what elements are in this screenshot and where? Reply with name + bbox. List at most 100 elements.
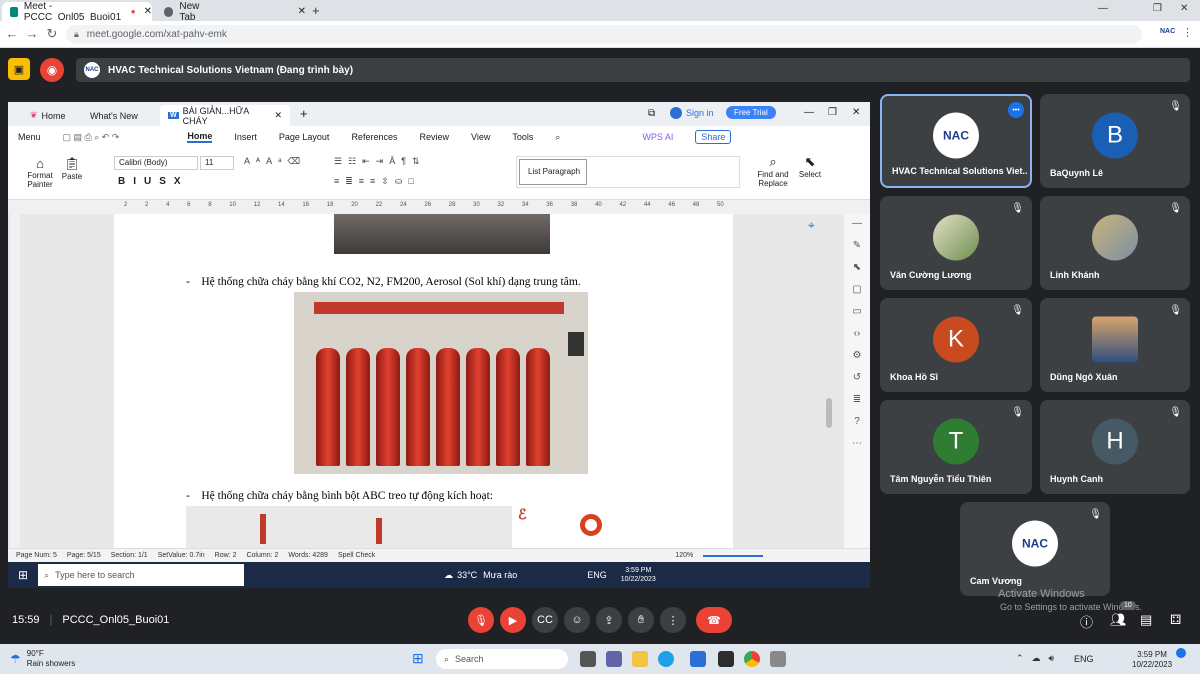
format-icons[interactable]: BIUSX xyxy=(118,176,189,187)
browser-tab-newtab[interactable]: New Tab ✕ xyxy=(156,1,306,23)
system-tray-icons[interactable]: ⌃☁🔊︎ xyxy=(1016,653,1062,664)
style-list-paragraph[interactable]: List Paragraph xyxy=(519,159,587,185)
wps-tab-home[interactable]: ❦ Home xyxy=(22,105,74,126)
tab-view[interactable]: View xyxy=(471,132,490,142)
pen-icon[interactable]: ✎ xyxy=(853,240,861,251)
participant-tile[interactable]: K 🎙︎ Khoa Hồ Sĩ xyxy=(880,298,1032,392)
maximize-icon[interactable]: ❐ xyxy=(1153,3,1162,14)
chat-icon[interactable]: ▤ xyxy=(1140,612,1152,628)
settings-icon[interactable]: ⚙ xyxy=(853,350,862,361)
spell-check-button[interactable]: Spell Check xyxy=(338,552,375,559)
emoji-button[interactable]: ☺ xyxy=(564,607,590,633)
store-icon[interactable] xyxy=(690,651,706,667)
select-button[interactable]: ⬉ Select xyxy=(796,154,824,179)
zoom-slider[interactable] xyxy=(703,554,764,557)
free-trial-button[interactable]: Free Trial xyxy=(726,106,776,119)
reload-icon[interactable]: ↻ xyxy=(44,26,60,42)
file-explorer-icon[interactable] xyxy=(632,651,648,667)
taskbar-search-box[interactable]: ⌕ Type here to search xyxy=(38,564,245,586)
participant-tile[interactable]: H 🎙︎ Huynh Canh xyxy=(1040,400,1190,494)
stop-presenting-icon[interactable]: ▣ xyxy=(8,58,30,80)
captions-button[interactable]: CC xyxy=(532,607,558,633)
font-family-select[interactable]: Calibri (Body) xyxy=(114,156,198,170)
wps-close-icon[interactable]: ✕ xyxy=(852,107,860,118)
sign-in-button[interactable]: Sign in xyxy=(670,107,714,119)
extension-nac-icon[interactable]: NAC xyxy=(1160,28,1175,35)
close-tab-icon[interactable]: ✕ xyxy=(144,6,152,17)
windows-search-box[interactable]: ⌕ Search xyxy=(436,649,568,669)
new-tab-icon[interactable]: + xyxy=(312,3,320,18)
more-menu-icon[interactable]: ⋮ xyxy=(1182,26,1193,39)
font-tools-icons[interactable]: AᴬAᵃ⌫ xyxy=(244,156,306,167)
leave-call-button[interactable]: ☎ xyxy=(696,607,732,633)
format-painter-button[interactable]: ⌂ Format Painter xyxy=(22,156,58,189)
tab-page-layout[interactable]: Page Layout xyxy=(279,132,330,142)
help-icon[interactable]: ? xyxy=(854,416,860,427)
camera-toggle-button[interactable]: ▶ xyxy=(500,607,526,633)
layers-icon[interactable]: ≣ xyxy=(853,394,861,405)
search-icon[interactable]: ⌕ xyxy=(555,132,560,143)
tab-home[interactable]: Home xyxy=(187,131,213,143)
info-icon[interactable]: ⓘ xyxy=(1080,612,1093,631)
font-size-select[interactable]: 11 xyxy=(200,156,234,170)
present-button[interactable]: ⇪ xyxy=(596,607,622,633)
tab-references[interactable]: References xyxy=(351,132,397,142)
collapse-icon[interactable]: — xyxy=(852,218,862,229)
teams-icon[interactable] xyxy=(606,651,622,667)
chrome-icon[interactable] xyxy=(744,651,760,667)
participant-tile[interactable]: T 🎙︎ Tâm Nguyễn Tiểu Thiên xyxy=(880,400,1032,494)
weather-widget[interactable]: ☂ 90°F Rain showers xyxy=(10,649,75,669)
wps-minimize-icon[interactable]: — xyxy=(804,107,814,118)
quick-access-icons[interactable]: ▢ ▤ ⎙ ⌕ ↶ ↷ xyxy=(63,132,120,143)
minimize-icon[interactable]: — xyxy=(1098,3,1108,14)
tab-insert[interactable]: Insert xyxy=(234,132,257,142)
wps-ai-button[interactable]: WPS AI xyxy=(642,132,673,142)
history-icon[interactable]: ↺ xyxy=(853,372,861,383)
close-window-icon[interactable]: ✕ xyxy=(1180,3,1188,14)
snipping-tool-icon[interactable] xyxy=(770,651,786,667)
more-options-button[interactable]: ⋮ xyxy=(660,607,686,633)
new-doc-icon[interactable]: + xyxy=(300,106,308,121)
notification-badge[interactable] xyxy=(1176,648,1186,658)
edge-icon[interactable] xyxy=(658,651,674,667)
raise-hand-button[interactable]: ✋︎ xyxy=(628,607,654,633)
participant-tile[interactable]: 🎙︎ Linh Khánh xyxy=(1040,196,1190,290)
close-tab-icon[interactable]: ✕ xyxy=(298,6,306,17)
more-icon[interactable]: ⋯ xyxy=(852,438,862,449)
zalo-icon[interactable] xyxy=(718,651,734,667)
back-icon[interactable]: ← xyxy=(4,26,20,41)
participant-tile[interactable]: NAC 🎙︎ Cam Vương xyxy=(960,502,1110,596)
wps-tab-whats-new[interactable]: What's New xyxy=(82,105,146,126)
participant-tile[interactable]: 🎙︎ Văn Cường Lương xyxy=(880,196,1032,290)
people-icon[interactable]: 👥︎ xyxy=(1110,612,1127,628)
zoom-level[interactable]: 120% xyxy=(675,552,693,559)
browser-tab-meet[interactable]: Meet - PCCC_Onl05_Buoi01 ● ✕ xyxy=(2,1,152,23)
share-button[interactable]: Share xyxy=(695,130,732,144)
address-bar[interactable]: 🔒︎ meet.google.com/xat-pahv-emk xyxy=(66,25,1142,44)
doc-scrollbar[interactable] xyxy=(826,398,832,428)
tab-review[interactable]: Review xyxy=(419,132,449,142)
menu-button[interactable]: Menu xyxy=(18,132,41,142)
activities-icon[interactable]: ⚃ xyxy=(1170,612,1181,628)
align-icons[interactable]: ≡≣≡≡⇳⛀□ xyxy=(334,176,420,187)
location-pin-icon[interactable]: ⌖ xyxy=(808,218,815,233)
select-icon[interactable]: ⬉ xyxy=(853,262,861,273)
paragraph-icons[interactable]: ☰☷⇤⇥Ā¶⇅ xyxy=(334,156,426,167)
code-icon[interactable]: ‹› xyxy=(854,328,861,339)
paste-button[interactable]: 📋︎ Paste xyxy=(60,156,84,181)
window-icon[interactable]: ⧉ xyxy=(648,108,655,119)
mic-toggle-button[interactable]: 🎙︎ xyxy=(468,607,494,633)
participant-tile[interactable]: B 🎙︎ BaQuynh Lê xyxy=(1040,94,1190,188)
doc-icon[interactable]: ▢ xyxy=(852,284,861,295)
participant-tile[interactable]: 🎙︎ Dũng Ngô Xuân xyxy=(1040,298,1190,392)
close-doc-icon[interactable]: ✕ xyxy=(274,110,282,121)
wps-restore-icon[interactable]: ❐ xyxy=(828,107,837,118)
windows-start-icon[interactable]: ⊞ xyxy=(412,650,424,667)
record-icon[interactable]: ◉ xyxy=(40,58,64,82)
task-view-icon[interactable] xyxy=(580,651,596,667)
find-replace-button[interactable]: ⌕ Find and Replace xyxy=(756,154,790,188)
participant-tile[interactable]: NAC ••• HVAC Technical Solutions Viet... xyxy=(880,94,1032,188)
forward-icon[interactable]: → xyxy=(24,26,40,41)
wps-tab-document[interactable]: W BÀI GIẢN...HỮA CHÁY ✕ xyxy=(160,105,290,126)
lock-icon[interactable]: ▭ xyxy=(852,306,861,317)
